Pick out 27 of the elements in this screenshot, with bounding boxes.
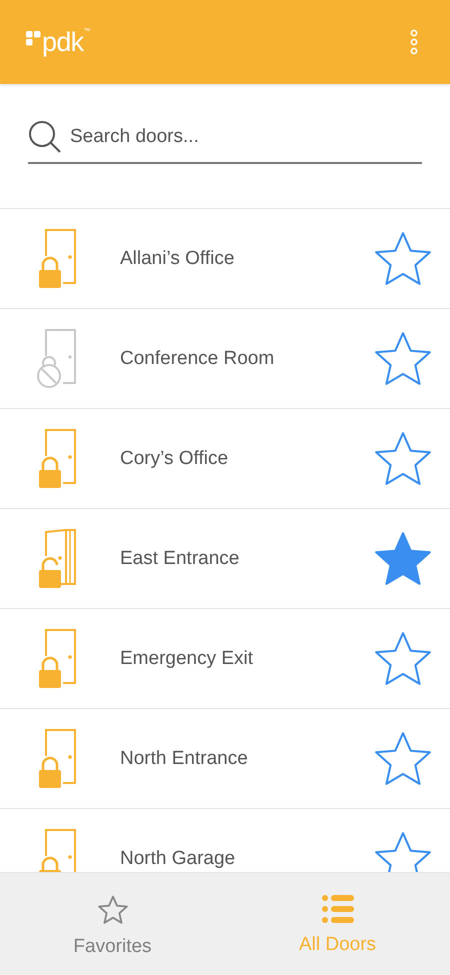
star-outline-icon[interactable] (372, 330, 434, 388)
star-outline-icon[interactable] (372, 630, 434, 688)
door-name: Cory’s Office (120, 449, 230, 468)
list-icon (322, 895, 354, 923)
door-row[interactable]: Emergency Exit (0, 609, 450, 709)
logo-text: pdk (42, 28, 84, 56)
door-row[interactable]: Cory’s Office (0, 409, 450, 509)
door-name: Emergency Exit (120, 649, 254, 668)
door-name: North Garage (120, 849, 236, 868)
door-name: East Entrance (120, 549, 240, 568)
search-icon (28, 120, 62, 154)
door-row[interactable]: Conference Room (0, 309, 450, 409)
door-row[interactable]: North Entrance (0, 709, 450, 809)
more-menu-icon[interactable] (410, 29, 418, 55)
door-name: North Entrance (120, 749, 249, 768)
star-filled-icon[interactable] (372, 530, 434, 588)
star-outline-icon[interactable] (372, 730, 434, 788)
search-input[interactable]: Search doors... (70, 122, 422, 152)
star-outline-icon[interactable] (372, 830, 434, 872)
door-row[interactable]: Allani’s Office (0, 209, 450, 309)
star-outline-icon[interactable] (372, 230, 434, 288)
door-name: Conference Room (120, 349, 276, 368)
door-row[interactable]: East Entrance (0, 509, 450, 609)
star-outline-icon[interactable] (372, 430, 434, 488)
star-outline-icon (96, 895, 128, 925)
search-bar[interactable]: Search doors... (28, 120, 422, 164)
door-name: Allani’s Office (120, 249, 236, 268)
